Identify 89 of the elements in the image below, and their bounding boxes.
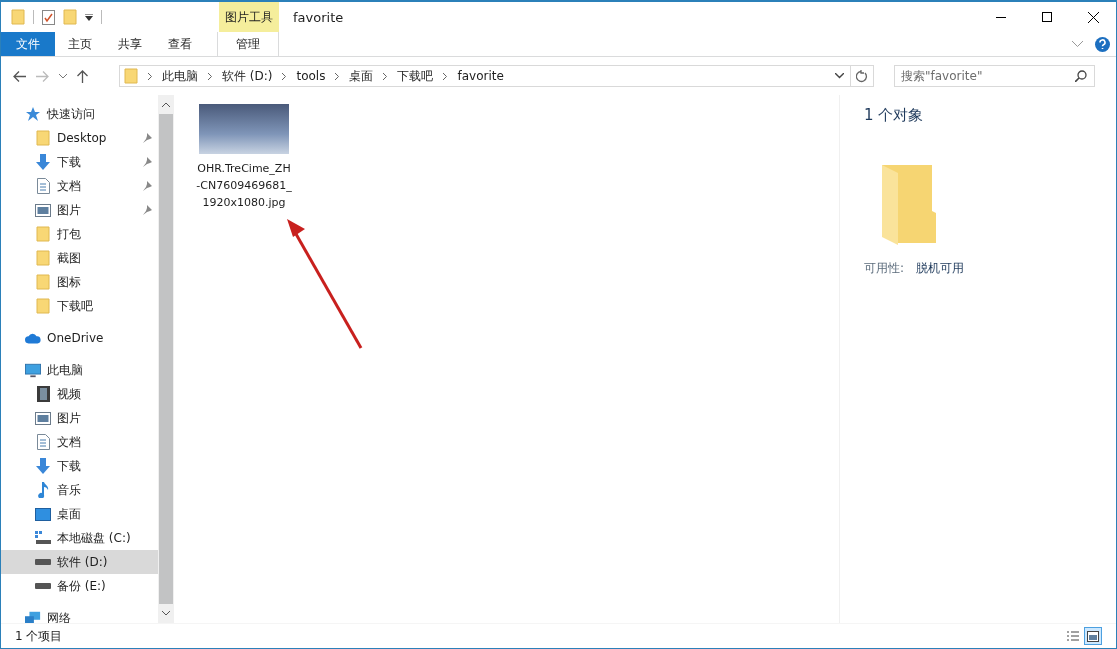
network-icon <box>25 611 41 623</box>
breadcrumb[interactable]: 下载吧 <box>397 67 434 85</box>
photo-placeholder[interactable] <box>199 104 289 154</box>
folder-icon <box>36 250 50 266</box>
minimize-icon[interactable] <box>996 16 1006 18</box>
expand-ribbon-chevron-icon[interactable] <box>1072 41 1083 47</box>
close-icon[interactable] <box>1087 11 1099 23</box>
sidebar-item[interactable]: 截图 <box>1 246 158 270</box>
drive-icon <box>35 583 51 589</box>
recent-dropdown-chevron-icon[interactable] <box>59 73 67 79</box>
chevron-right-icon <box>148 72 152 80</box>
folder-icon <box>63 9 77 25</box>
sidebar-item[interactable]: 视频 <box>1 382 158 406</box>
breadcrumb[interactable]: tools <box>296 69 326 83</box>
sidebar-item[interactable]: 音乐 <box>1 478 158 502</box>
sidebar-item[interactable]: 文档 <box>1 174 158 198</box>
sidebar-item[interactable]: 快速访问 <box>1 102 158 126</box>
chevron-right-icon <box>383 72 388 80</box>
document-icon <box>36 434 50 450</box>
status-item-count: 1 个项目 <box>15 627 63 645</box>
sidebar-item[interactable]: 备份 (E:) <box>1 574 158 598</box>
folder-icon <box>880 163 938 245</box>
sidebar-item[interactable]: 本地磁盘 (C:) <box>1 526 158 550</box>
folder-icon <box>36 274 50 290</box>
property-label: 可用性: <box>864 260 905 277</box>
sidebar-item[interactable]: 软件 (D:) <box>1 550 158 574</box>
properties-checklist-icon[interactable] <box>42 9 55 25</box>
music-note-icon <box>37 482 49 498</box>
breadcrumb[interactable]: 软件 (D:) <box>222 67 273 85</box>
sidebar-item[interactable]: 打包 <box>1 222 158 246</box>
dropdown-caret-icon[interactable] <box>85 13 93 21</box>
address-dropdown-chevron-icon[interactable] <box>835 73 844 79</box>
maximize-icon[interactable] <box>1042 12 1052 22</box>
window-title: favorite <box>293 9 344 25</box>
folder-icon <box>124 68 138 84</box>
chevron-right-icon <box>335 72 340 80</box>
ribbon-tab[interactable]: 查看 <box>155 32 205 56</box>
sidebar-item[interactable]: 图片 <box>1 198 158 222</box>
sidebar-item[interactable]: 桌面 <box>1 502 158 526</box>
film-icon <box>36 386 50 402</box>
picture-icon <box>35 203 51 217</box>
picture-icon <box>35 411 51 425</box>
sidebar-item[interactable]: 文档 <box>1 430 158 454</box>
ribbon-tab[interactable]: 文件 <box>1 32 55 56</box>
thumbnails-view-button[interactable] <box>1084 627 1102 645</box>
sidebar-item[interactable]: 网络 <box>1 606 158 623</box>
item-count-heading: 1 个对象 <box>864 106 925 125</box>
sidebar-item[interactable]: 图片 <box>1 406 158 430</box>
drive-icon <box>35 559 51 565</box>
chevron-right-icon <box>208 72 212 80</box>
sidebar-item[interactable]: 此电脑 <box>1 358 158 382</box>
help-icon[interactable] <box>1095 36 1110 52</box>
sidebar-item[interactable]: 下载 <box>1 454 158 478</box>
breadcrumb[interactable]: 此电脑 <box>162 67 198 85</box>
folder-icon <box>36 130 50 146</box>
property-value: 脱机可用 <box>916 260 965 277</box>
sidebar-item[interactable]: 图标 <box>1 270 158 294</box>
folder-icon <box>11 9 25 25</box>
back-arrow-icon[interactable] <box>13 70 26 82</box>
sidebar-item[interactable]: 下载 <box>1 150 158 174</box>
scroll-down-icon[interactable] <box>162 611 170 616</box>
drive-icon <box>35 531 51 545</box>
sidebar-item[interactable]: Desktop <box>1 126 158 150</box>
ribbon-tab[interactable]: 主页 <box>55 32 105 56</box>
document-icon <box>36 178 50 194</box>
download-arrow-icon <box>35 458 51 474</box>
star-icon <box>26 107 40 121</box>
contextual-tab-group-label: 图片工具 <box>219 2 279 32</box>
monitor-icon <box>25 362 41 378</box>
scrollbar[interactable] <box>158 95 174 623</box>
scroll-up-icon[interactable] <box>162 102 170 107</box>
search-field[interactable]: 搜索"favorite" <box>894 65 1095 87</box>
ribbon-tab[interactable]: 管理 <box>217 32 279 56</box>
breadcrumb[interactable]: 桌面 <box>349 67 374 85</box>
refresh-icon[interactable] <box>856 69 868 83</box>
folder-icon <box>36 298 50 314</box>
up-arrow-icon[interactable] <box>77 69 88 83</box>
sidebar-item[interactable]: 下载吧 <box>1 294 158 318</box>
cloud-icon <box>25 332 41 344</box>
chevron-right-icon <box>443 72 448 80</box>
desktop-icon <box>35 507 51 521</box>
file-name[interactable]: OHR.TreCime_ZH-CN7609469681_1920x1080.jpg <box>196 160 292 211</box>
download-arrow-icon <box>35 154 51 170</box>
folder-icon <box>36 226 50 242</box>
breadcrumb[interactable]: favorite <box>457 69 504 83</box>
sidebar-item[interactable]: OneDrive <box>1 326 158 350</box>
chevron-right-icon <box>282 72 287 80</box>
ribbon-tab[interactable]: 共享 <box>105 32 155 56</box>
search-icon <box>1075 70 1087 82</box>
